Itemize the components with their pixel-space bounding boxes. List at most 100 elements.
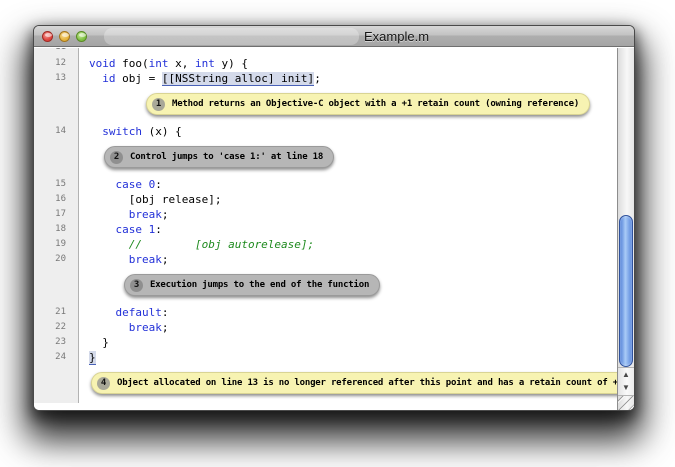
- line-number: 12: [34, 56, 79, 71]
- code-row: 13 id obj = [[NSString alloc] init];: [34, 71, 617, 86]
- code-row: 16 [obj release];: [34, 192, 617, 207]
- line-number: 13: [34, 71, 79, 86]
- code-token: [142, 178, 149, 191]
- code-token: [142, 223, 149, 236]
- code-row: 22 break;: [34, 320, 617, 335]
- line-number: 24: [34, 350, 79, 365]
- bubble-number-badge: 1: [152, 98, 165, 111]
- code-line[interactable]: [obj release];: [79, 192, 617, 207]
- close-button[interactable]: [42, 31, 53, 42]
- zoom-button[interactable]: [76, 31, 87, 42]
- code-token: [89, 306, 116, 319]
- code-row: 17 break;: [34, 207, 617, 222]
- up-arrow-icon: ▲: [622, 370, 630, 379]
- code-token: default: [116, 306, 162, 319]
- code-row: 18 case 1:: [34, 222, 617, 237]
- code-token: }: [89, 336, 109, 349]
- title-bar[interactable]: Example.m: [34, 26, 634, 47]
- code-token: foo(: [116, 57, 149, 70]
- code-token: switch: [102, 125, 142, 138]
- code-token: [89, 72, 102, 85]
- code-token: [89, 223, 116, 236]
- code-token: [89, 178, 116, 191]
- code-token: :: [162, 306, 169, 319]
- code-row: 14 switch (x) {: [34, 124, 617, 139]
- code-token: int: [195, 57, 215, 70]
- code-token: int: [149, 57, 169, 70]
- bubble-cell: 1Method returns an Objective-C object wi…: [79, 86, 617, 124]
- code-line[interactable]: // [obj autorelease];: [79, 237, 617, 252]
- bubble-number-badge: 4: [97, 377, 110, 390]
- code-line[interactable]: id obj = [[NSString alloc] init];: [79, 71, 617, 86]
- resize-grip-icon[interactable]: [618, 395, 634, 410]
- code-token: [89, 253, 129, 266]
- code-line[interactable]: case 1:: [79, 222, 617, 237]
- code-token: :: [155, 223, 162, 236]
- analyzer-bubble-2[interactable]: 2Control jumps to 'case 1:' at line 18: [104, 146, 334, 168]
- code-token: break: [129, 253, 162, 266]
- code-token: [89, 208, 129, 221]
- code-line[interactable]: case 0:: [79, 177, 617, 192]
- scrollbar-track[interactable]: [618, 48, 634, 367]
- line-number: [34, 365, 79, 403]
- code-token: :: [155, 178, 162, 191]
- line-number: 22: [34, 320, 79, 335]
- window-title: Example.m: [364, 26, 429, 47]
- line-number: [34, 139, 79, 177]
- code-line[interactable]: break;: [79, 252, 617, 267]
- line-number: 21: [34, 305, 79, 320]
- bubble-row: 1Method returns an Objective-C object wi…: [34, 86, 617, 124]
- code-token: [89, 321, 129, 334]
- code-token: case: [116, 223, 143, 236]
- code-row: 23 }: [34, 335, 617, 350]
- code-token: void: [89, 57, 116, 70]
- bubble-row: 2Control jumps to 'case 1:' at line 18: [34, 139, 617, 177]
- code-token: (x) {: [142, 125, 182, 138]
- code-line[interactable]: void foo(int x, int y) {: [79, 56, 617, 71]
- analyzer-bubble-1[interactable]: 1Method returns an Objective-C object wi…: [146, 93, 590, 115]
- code-line[interactable]: }: [79, 335, 617, 350]
- scrollbar-thumb[interactable]: [619, 215, 633, 367]
- line-number: 14: [34, 124, 79, 139]
- bubble-cell: 2Control jumps to 'case 1:' at line 18: [79, 139, 617, 177]
- code-editor[interactable]: 1112void foo(int x, int y) {13 id obj = …: [34, 48, 617, 410]
- code-token: id: [102, 72, 115, 85]
- vertical-scrollbar[interactable]: ▲ ▼: [617, 48, 634, 410]
- code-line[interactable]: break;: [79, 320, 617, 335]
- code-line[interactable]: break;: [79, 207, 617, 222]
- scroll-up-button[interactable]: ▲: [618, 367, 634, 381]
- code-line[interactable]: [79, 48, 617, 56]
- down-arrow-icon: ▼: [622, 383, 630, 392]
- code-line[interactable]: default:: [79, 305, 617, 320]
- code-token: [obj release];: [89, 193, 221, 206]
- titlebar-inset: [104, 28, 359, 45]
- analyzer-bubble-4[interactable]: 4Object allocated on line 13 is no longe…: [91, 372, 617, 394]
- scroll-down-button[interactable]: ▼: [618, 381, 634, 395]
- code-line[interactable]: switch (x) {: [79, 124, 617, 139]
- analyzer-bubble-3[interactable]: 3 Execution jumps to the end of the funct…: [124, 274, 380, 296]
- bubble-text: Execution jumps to the end of the functi…: [150, 278, 369, 293]
- code-rows: 1112void foo(int x, int y) {13 id obj = …: [34, 48, 617, 403]
- bubble-text: Control jumps to 'case 1:' at line 18: [130, 150, 323, 165]
- line-number: 17: [34, 207, 79, 222]
- code-token: x,: [169, 57, 196, 70]
- code-row: 19 // [obj autorelease];: [34, 237, 617, 252]
- code-line[interactable]: }: [79, 350, 617, 365]
- line-number: 23: [34, 335, 79, 350]
- code-row: 20 break;: [34, 252, 617, 267]
- minimize-button[interactable]: [59, 31, 70, 42]
- bubble-number-badge: 3: [130, 279, 143, 292]
- bubble-row: 4Object allocated on line 13 is no longe…: [34, 365, 617, 403]
- code-row: 15 case 0:: [34, 177, 617, 192]
- code-token: ;: [162, 321, 169, 334]
- code-token: ;: [162, 253, 169, 266]
- code-token: // [obj autorelease];: [89, 238, 314, 251]
- code-row: 21 default:: [34, 305, 617, 320]
- code-token: break: [129, 208, 162, 221]
- window-example-m: Example.m 1112void foo(int x, int y) {13…: [33, 25, 635, 411]
- line-number: 18: [34, 222, 79, 237]
- line-number: 15: [34, 177, 79, 192]
- line-number: 20: [34, 252, 79, 267]
- line-number: 19: [34, 237, 79, 252]
- bubble-cell: 3 Execution jumps to the end of the funct…: [79, 267, 617, 305]
